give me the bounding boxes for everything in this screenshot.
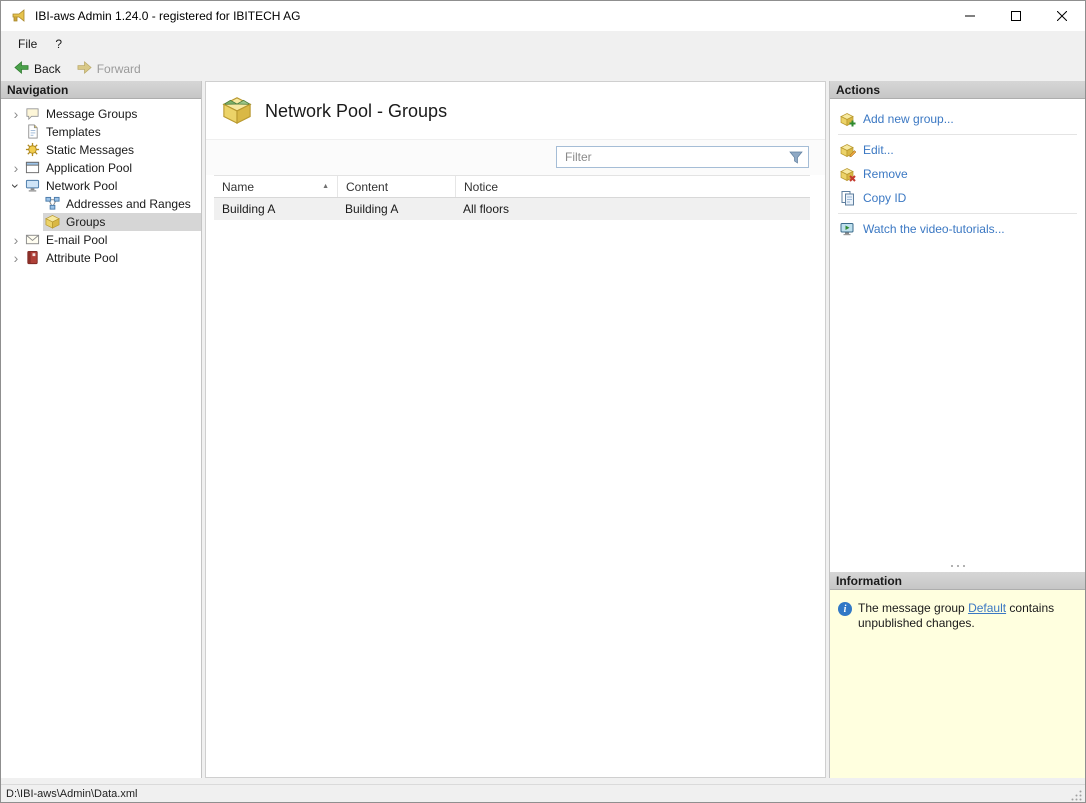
action-edit[interactable]: Edit... [830, 138, 1085, 162]
close-button[interactable] [1039, 1, 1085, 31]
copy-id-icon [840, 190, 856, 206]
column-header-notice[interactable]: Notice [455, 176, 810, 197]
table-header-row: Name ▲ Content Notice [214, 175, 810, 198]
tree-item-attribute-pool[interactable]: › Attribute Pool [1, 249, 201, 267]
tree-item-templates[interactable]: Templates [1, 123, 201, 141]
info-icon: i [838, 602, 852, 616]
actions-list: Add new group... Edit... Remove Copy ID … [830, 99, 1085, 560]
groups-table: Name ▲ Content Notice Building A Buildin… [214, 175, 810, 220]
tree-item-email-pool[interactable]: › E-mail Pool [1, 231, 201, 249]
actions-header: Actions [830, 81, 1085, 99]
default-message-group-link[interactable]: Default [968, 601, 1006, 615]
network-pool-groups-icon [222, 95, 252, 128]
right-panel: Actions Add new group... Edit... Remove … [829, 81, 1085, 778]
window-title: IBI-aws Admin 1.24.0 - registered for IB… [35, 9, 301, 23]
static-messages-icon [25, 142, 41, 158]
minimize-button[interactable] [947, 1, 993, 31]
back-label: Back [34, 61, 61, 76]
filter-input[interactable] [557, 150, 789, 164]
window-controls [947, 1, 1085, 31]
selected-tree-item: Groups [43, 213, 201, 231]
addresses-and-ranges-icon [45, 196, 61, 212]
main-header: Network Pool - Groups [206, 82, 825, 139]
filter-row [206, 139, 825, 175]
titlebar: IBI-aws Admin 1.24.0 - registered for IB… [1, 1, 1085, 31]
tree-item-message-groups[interactable]: › Message Groups [1, 105, 201, 123]
forward-label: Forward [96, 61, 141, 76]
resize-grip[interactable] [1070, 789, 1083, 802]
forward-button[interactable]: Forward [70, 58, 148, 80]
information-message: The message group Default contains unpub… [858, 601, 1055, 630]
application-pool-icon [25, 160, 41, 176]
tree-item-groups[interactable]: Groups [1, 213, 201, 231]
chevron-right-icon[interactable]: › [9, 107, 23, 121]
actions-separator [838, 213, 1077, 214]
splitter-grip[interactable] [830, 560, 1085, 572]
tree-item-static-messages[interactable]: Static Messages [1, 141, 201, 159]
column-header-name[interactable]: Name ▲ [214, 176, 337, 197]
statusbar: D:\IBI-aws\Admin\Data.xml [1, 784, 1085, 802]
network-pool-icon [25, 178, 41, 194]
groups-icon [45, 214, 61, 230]
filter-input-wrapper [556, 146, 809, 168]
attribute-pool-icon [25, 250, 41, 266]
tree-item-addresses-and-ranges[interactable]: Addresses and Ranges [1, 195, 201, 213]
chevron-right-icon[interactable]: › [9, 161, 23, 175]
forward-arrow-icon [77, 60, 92, 78]
video-tutorials-icon [840, 221, 856, 237]
action-add-new-group[interactable]: Add new group... [830, 107, 1085, 131]
templates-icon [25, 124, 41, 140]
tree-item-application-pool[interactable]: › Application Pool [1, 159, 201, 177]
maximize-button[interactable] [993, 1, 1039, 31]
menu-file[interactable]: File [9, 34, 46, 54]
main-panel: Network Pool - Groups Name ▲ Content [205, 81, 826, 778]
navigation-panel: Navigation › Message Groups Templates St… [1, 81, 202, 778]
remove-group-icon [840, 166, 856, 182]
column-header-content[interactable]: Content [337, 176, 455, 197]
tree-item-network-pool[interactable]: › Network Pool [1, 177, 201, 195]
back-arrow-icon [14, 60, 29, 78]
content-area: Navigation › Message Groups Templates St… [1, 81, 1085, 784]
menubar: File ? [1, 31, 1085, 56]
back-button[interactable]: Back [7, 58, 68, 80]
chevron-right-icon[interactable]: › [9, 251, 23, 265]
page-title: Network Pool - Groups [265, 101, 448, 121]
email-pool-icon [25, 232, 41, 248]
message-groups-icon [25, 106, 41, 122]
cell-content: Building A [345, 202, 399, 216]
add-group-icon [840, 111, 856, 127]
action-remove[interactable]: Remove [830, 162, 1085, 186]
app-window: IBI-aws Admin 1.24.0 - registered for IB… [0, 0, 1086, 803]
information-box: i The message group Default contains unp… [830, 590, 1085, 778]
actions-separator [838, 134, 1077, 135]
table-row[interactable]: Building A Building A All floors [214, 198, 810, 220]
cell-name: Building A [222, 202, 276, 216]
chevron-right-icon[interactable]: › [9, 233, 23, 247]
edit-group-icon [840, 142, 856, 158]
menu-help[interactable]: ? [46, 34, 71, 54]
sort-ascending-icon: ▲ [322, 183, 329, 190]
action-copy-id[interactable]: Copy ID [830, 186, 1085, 210]
information-header: Information [830, 572, 1085, 590]
cell-notice: All floors [463, 202, 510, 216]
filter-funnel-icon[interactable] [789, 151, 803, 164]
navigation-header: Navigation [1, 81, 201, 99]
app-logo-icon [11, 8, 27, 24]
navigation-tree: › Message Groups Templates Static Messag… [1, 99, 201, 267]
status-data-file-path: D:\IBI-aws\Admin\Data.xml [6, 787, 138, 800]
chevron-down-icon[interactable]: › [8, 179, 24, 193]
action-watch-video-tutorials[interactable]: Watch the video-tutorials... [830, 217, 1085, 241]
toolbar: Back Forward [1, 56, 1085, 81]
